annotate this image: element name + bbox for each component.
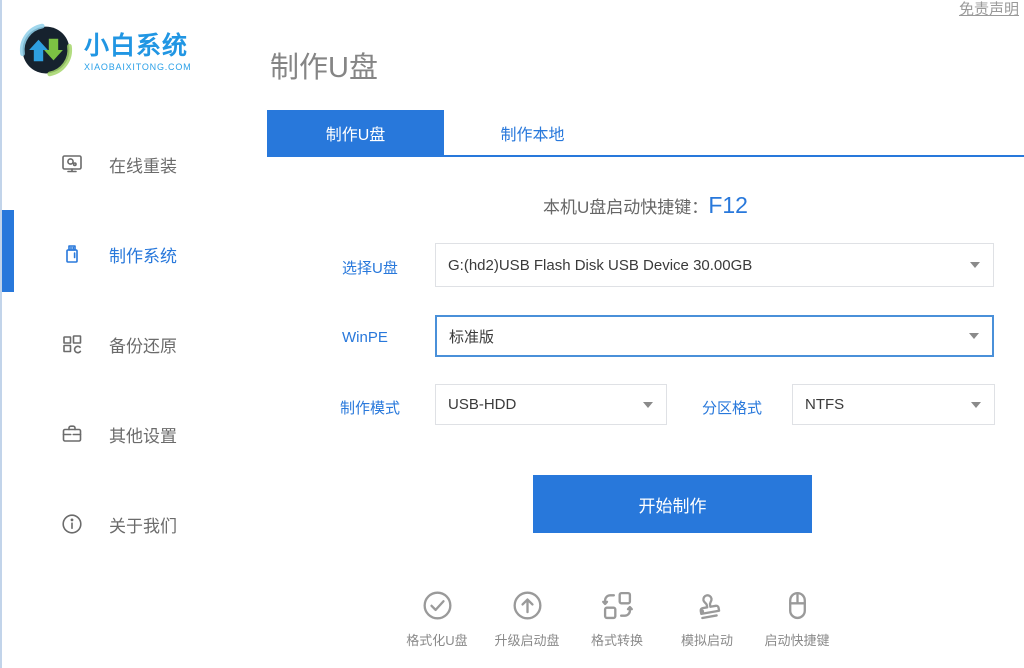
monitor-icon — [60, 152, 84, 176]
tab-make-local[interactable]: 制作本地 — [444, 110, 621, 155]
sidebar-item-backup-restore[interactable]: 备份还原 — [52, 322, 252, 366]
sidebar-item-label: 制作系统 — [109, 242, 177, 267]
active-item-indicator — [2, 210, 14, 292]
sidebar-item-make-system[interactable]: 制作系统 — [52, 232, 252, 276]
tool-label: 升级启动盘 — [494, 630, 559, 649]
tool-label: 格式转换 — [591, 630, 643, 649]
backup-grid-icon — [60, 332, 84, 356]
usb-drive-icon — [60, 242, 84, 266]
logo-subtitle: XIAOBAIXITONG.COM — [84, 62, 191, 72]
usb-select-value: G:(hd2)USB Flash Disk USB Device 30.00GB — [448, 257, 752, 274]
boot-hotkey-label: 本机U盘启动快捷键： — [543, 198, 708, 217]
disclaimer-link[interactable]: 免责声明 — [959, 0, 1019, 19]
sidebar-item-label: 关于我们 — [109, 512, 177, 537]
sidebar-item-about-us[interactable]: 关于我们 — [52, 502, 252, 546]
winpe-select-dropdown[interactable]: 标准版 — [435, 315, 994, 357]
chevron-down-icon — [643, 402, 653, 408]
tool-format-usb[interactable]: 格式化U盘 — [394, 588, 480, 649]
mode-select-value: USB-HDD — [448, 396, 516, 413]
check-circle-icon — [420, 588, 455, 623]
boot-hotkey-value: F12 — [708, 192, 748, 218]
sidebar-item-label: 备份还原 — [109, 332, 177, 357]
convert-icon — [600, 588, 635, 623]
winpe-select-value: 标准版 — [449, 326, 494, 347]
usb-select-label: 选择U盘 — [342, 257, 398, 278]
sidebar-item-other-settings[interactable]: 其他设置 — [52, 412, 252, 456]
sidebar-item-online-reinstall[interactable]: 在线重装 — [52, 142, 252, 186]
info-icon — [60, 512, 84, 536]
tool-label: 启动快捷键 — [764, 630, 829, 649]
mouse-icon — [780, 588, 815, 623]
mode-select-dropdown[interactable]: USB-HDD — [435, 384, 667, 425]
logo-title: 小白系统 — [84, 33, 191, 61]
upgrade-circle-icon — [510, 588, 545, 623]
start-make-button[interactable]: 开始制作 — [533, 475, 812, 533]
boot-hotkey-line: 本机U盘启动快捷键：F12 — [267, 192, 1024, 219]
partition-select-value: NTFS — [805, 396, 844, 413]
winpe-select-label: WinPE — [342, 329, 388, 346]
logo-icon — [16, 20, 76, 85]
bottom-toolbar: 格式化U盘 升级启动盘 格式转换 — [394, 588, 840, 649]
tool-simulate-boot[interactable]: 模拟启动 — [664, 588, 750, 649]
tool-format-convert[interactable]: 格式转换 — [574, 588, 660, 649]
mode-select-label: 制作模式 — [340, 397, 400, 418]
app-window: 免责声明 小白系统 XIAOBAIXITONG.COM 制作U盘 在线重装 — [0, 0, 1024, 668]
chevron-down-icon — [971, 402, 981, 408]
chevron-down-icon — [969, 333, 979, 339]
chevron-down-icon — [970, 262, 980, 268]
app-logo: 小白系统 XIAOBAIXITONG.COM — [16, 20, 191, 85]
briefcase-icon — [60, 422, 84, 446]
stamp-icon — [690, 588, 725, 623]
tab-make-usb[interactable]: 制作U盘 — [267, 110, 444, 155]
tab-bar: 制作U盘 制作本地 — [267, 110, 1024, 157]
page-title: 制作U盘 — [270, 44, 378, 86]
partition-select-dropdown[interactable]: NTFS — [792, 384, 995, 425]
tool-label: 模拟启动 — [681, 630, 733, 649]
tool-boot-hotkey[interactable]: 启动快捷键 — [754, 588, 840, 649]
sidebar-item-label: 在线重装 — [109, 152, 177, 177]
sidebar-item-label: 其他设置 — [109, 422, 177, 447]
partition-select-label: 分区格式 — [702, 397, 762, 418]
usb-select-dropdown[interactable]: G:(hd2)USB Flash Disk USB Device 30.00GB — [435, 243, 994, 287]
tool-upgrade-boot-disk[interactable]: 升级启动盘 — [484, 588, 570, 649]
tool-label: 格式化U盘 — [406, 630, 467, 649]
